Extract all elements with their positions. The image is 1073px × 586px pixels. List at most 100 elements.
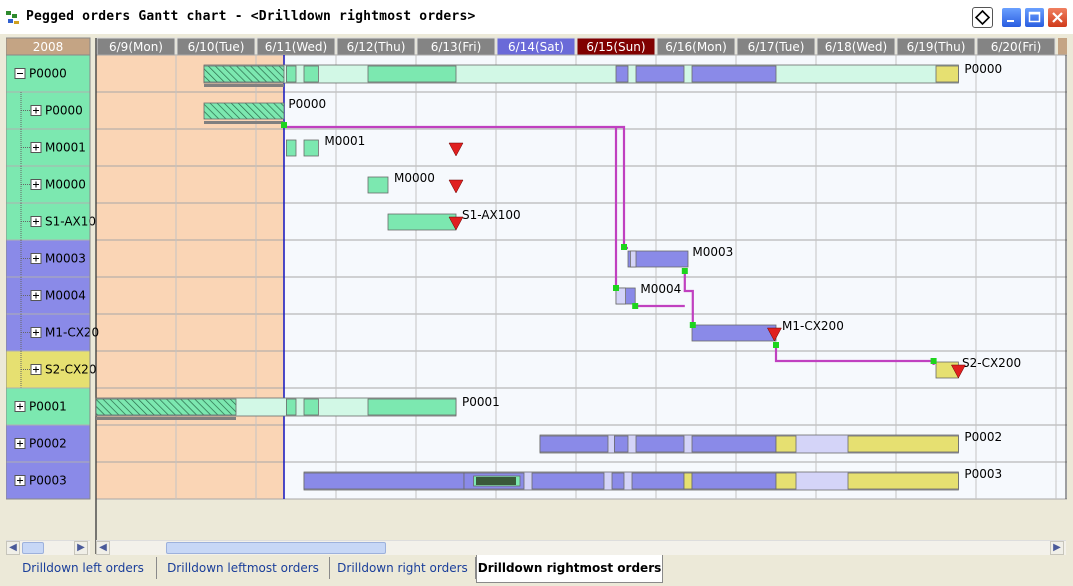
expand-icon[interactable] [30, 179, 42, 190]
scroll-right-button[interactable]: ▶ [74, 541, 88, 555]
row-label: M0004 [45, 289, 86, 303]
scroll-thumb[interactable] [22, 542, 44, 554]
expand-icon[interactable] [14, 475, 26, 486]
date-header-label: 6/14(Sat) [508, 40, 564, 54]
app-icon [6, 10, 20, 24]
row-label: P0002 [29, 437, 67, 451]
link-node [773, 342, 779, 348]
task-bar[interactable] [367, 65, 457, 83]
expand-icon[interactable] [14, 401, 26, 412]
completed-task-bar[interactable] [203, 65, 285, 83]
task-bar[interactable] [367, 176, 389, 194]
task-bar[interactable] [614, 435, 629, 453]
task-bar[interactable] [303, 65, 319, 83]
diamond-icon-button[interactable] [972, 7, 993, 28]
link-node [613, 285, 619, 291]
task-bar[interactable] [847, 472, 959, 490]
date-header-label: 6/10(Tue) [188, 40, 245, 54]
task-bar[interactable] [367, 398, 457, 416]
row-label: M0001 [45, 141, 86, 155]
task-bar[interactable] [691, 435, 777, 453]
tab-drilldown-leftmost[interactable]: Drilldown leftmost orders [157, 557, 330, 579]
row-label: M0000 [45, 178, 86, 192]
maximize-button[interactable] [1024, 7, 1045, 28]
row-label: P0001 [29, 400, 67, 414]
header-end-cell [1058, 38, 1067, 55]
task-bar[interactable] [630, 250, 637, 268]
expand-icon[interactable] [30, 327, 42, 338]
minimize-button[interactable] [1001, 7, 1022, 28]
task-bar[interactable] [935, 65, 959, 83]
completed-task-bar[interactable] [203, 102, 285, 120]
link-node [930, 358, 937, 364]
close-button[interactable] [1047, 7, 1068, 28]
row-label: P0003 [29, 474, 67, 488]
date-header-label: 6/13(Fri) [431, 40, 482, 54]
task-bar[interactable] [303, 398, 319, 416]
row-label: M0003 [45, 252, 86, 266]
gantt-bar-label: P0000 [288, 97, 326, 111]
task-bar[interactable] [635, 65, 685, 83]
gantt-chart[interactable]: 2008 6/9(Mon) 6/10(Tue) 6/11(Wed) 6/12(Thu) 6… [5, 34, 1069, 554]
expand-icon[interactable] [30, 142, 42, 153]
task-bar[interactable] [847, 435, 959, 453]
gantt-bar-label: P0003 [964, 467, 1002, 481]
row-label: S2-CX20 [45, 363, 96, 377]
task-bar[interactable] [683, 472, 693, 490]
completed-task-bar[interactable] [95, 398, 237, 416]
task-bar[interactable] [691, 324, 777, 342]
scroll-thumb[interactable] [166, 542, 386, 554]
view-tabs: Drilldown left orders Drilldown leftmost… [0, 555, 1073, 586]
task-bar[interactable] [285, 139, 297, 157]
task-bar[interactable] [691, 472, 777, 490]
task-bar[interactable] [611, 472, 625, 490]
task-bar[interactable] [635, 435, 685, 453]
gantt-bar-label: M0003 [692, 245, 733, 259]
task-bar[interactable] [476, 477, 516, 485]
link-node [681, 268, 688, 274]
task-bar[interactable] [387, 213, 457, 231]
collapse-icon[interactable] [14, 68, 26, 79]
gantt-bar-label: P0002 [964, 430, 1002, 444]
progress-underline [96, 417, 236, 420]
row-label: M1-CX20 [45, 326, 99, 340]
expand-icon[interactable] [14, 438, 26, 449]
row-label: P0000 [45, 104, 83, 118]
task-bar[interactable] [691, 65, 777, 83]
gantt-bar-label: M0001 [324, 134, 365, 148]
year-header: 2008 [33, 40, 64, 54]
scroll-left-button[interactable]: ◀ [6, 541, 20, 555]
scroll-right-button[interactable]: ▶ [1050, 541, 1064, 555]
tab-drilldown-left[interactable]: Drilldown left orders [10, 557, 157, 579]
task-bar[interactable] [627, 250, 689, 268]
expand-icon[interactable] [30, 105, 42, 116]
task-bar[interactable] [303, 472, 465, 490]
label-scrollbar[interactable]: ◀ ▶ [6, 540, 90, 555]
gantt-bar-label: P0001 [462, 395, 500, 409]
date-header-label: 6/16(Mon) [665, 40, 727, 54]
scroll-left-button[interactable]: ◀ [96, 541, 110, 555]
gantt-bar-label: M0004 [640, 282, 681, 296]
date-header-label: 6/17(Tue) [748, 40, 805, 54]
gantt-bar-label: S1-AX100 [462, 208, 521, 222]
gantt-bar-label: M1-CX200 [782, 319, 844, 333]
task-bar[interactable] [615, 65, 629, 83]
expand-icon[interactable] [30, 364, 42, 375]
task-bar[interactable] [531, 472, 605, 490]
task-bar[interactable] [303, 139, 319, 157]
tab-drilldown-right[interactable]: Drilldown right orders [330, 557, 476, 579]
link-node [621, 244, 627, 250]
task-bar[interactable] [285, 65, 297, 83]
task-bar[interactable] [631, 472, 685, 490]
task-bar[interactable] [775, 435, 797, 453]
task-bar[interactable] [285, 398, 297, 416]
tab-drilldown-rightmost[interactable]: Drilldown rightmost orders [476, 555, 663, 583]
chart-scrollbar[interactable]: ◀ ▶ [96, 540, 1066, 555]
expand-icon[interactable] [30, 253, 42, 264]
expand-icon[interactable] [30, 290, 42, 301]
expand-icon[interactable] [30, 216, 42, 227]
task-bar[interactable] [775, 472, 797, 490]
link-node [281, 122, 287, 128]
task-bar[interactable] [539, 435, 609, 453]
date-header-label: 6/20(Fri) [991, 40, 1042, 54]
